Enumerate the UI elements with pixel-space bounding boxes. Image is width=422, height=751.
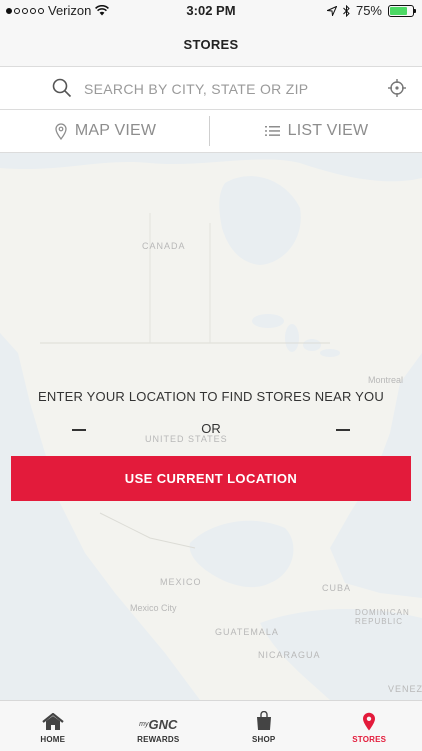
location-prompt-message: ENTER YOUR LOCATION TO FIND STORES NEAR … (0, 389, 422, 404)
battery-percent: 75% (356, 3, 382, 18)
map-label-mexico: MEXICO (160, 577, 202, 587)
map-label-mexico-city: Mexico City (130, 603, 177, 613)
list-icon (265, 125, 280, 137)
home-icon (42, 713, 64, 731)
map-view-tab[interactable]: MAP VIEW (0, 110, 211, 152)
tab-shop[interactable]: SHOP (211, 701, 317, 751)
tab-home[interactable]: HOME (0, 701, 106, 751)
or-label: OR (72, 421, 350, 436)
map-label-dominican-republic: DOMINICAN REPUBLIC (355, 608, 422, 626)
mygnc-logo: myGNC (139, 718, 177, 731)
map-label-montreal: Montreal (368, 375, 403, 385)
map-label-venezuela: VENEZU (388, 684, 422, 694)
view-toggle: MAP VIEW LIST VIEW (0, 110, 422, 153)
tab-rewards[interactable]: myGNC REWARDS (106, 701, 212, 751)
tab-rewards-label: REWARDS (137, 735, 179, 744)
battery-icon (388, 5, 414, 17)
tab-stores-label: STORES (352, 735, 386, 744)
search-icon[interactable] (52, 78, 72, 98)
tab-bar: HOME myGNC REWARDS SHOP STORES (0, 700, 422, 751)
use-current-location-button[interactable]: USE CURRENT LOCATION (11, 456, 411, 501)
location-pin-icon (362, 712, 376, 731)
location-arrow-icon (327, 6, 337, 16)
map-label-guatemala: GUATEMALA (215, 627, 279, 637)
nav-bar: STORES (0, 22, 422, 67)
page-title: STORES (183, 37, 238, 52)
bluetooth-icon (343, 5, 350, 17)
tab-shop-label: SHOP (252, 735, 275, 744)
crosshair-locate-icon[interactable] (387, 78, 407, 98)
toggle-divider (209, 116, 210, 146)
search-input[interactable] (82, 77, 376, 101)
map-label-cuba: CUBA (322, 583, 351, 593)
search-bar (0, 67, 422, 110)
status-bar: Verizon 3:02 PM 75% (0, 0, 422, 22)
map-label-nicaragua: NICARAGUA (258, 650, 321, 660)
or-separator: OR (72, 421, 350, 439)
map-view-label: MAP VIEW (75, 122, 156, 140)
list-view-tab[interactable]: LIST VIEW (211, 110, 422, 152)
shopping-bag-icon (256, 711, 272, 731)
map-view[interactable]: CANADA UNITED STATES MEXICO Mexico City … (0, 153, 422, 700)
tab-stores[interactable]: STORES (317, 701, 422, 751)
status-right: 75% (327, 3, 414, 18)
map-label-canada: CANADA (142, 241, 186, 251)
right-dash (336, 429, 350, 431)
tab-home-label: HOME (40, 735, 65, 744)
list-view-label: LIST VIEW (288, 122, 369, 140)
map-pin-icon (55, 123, 67, 140)
